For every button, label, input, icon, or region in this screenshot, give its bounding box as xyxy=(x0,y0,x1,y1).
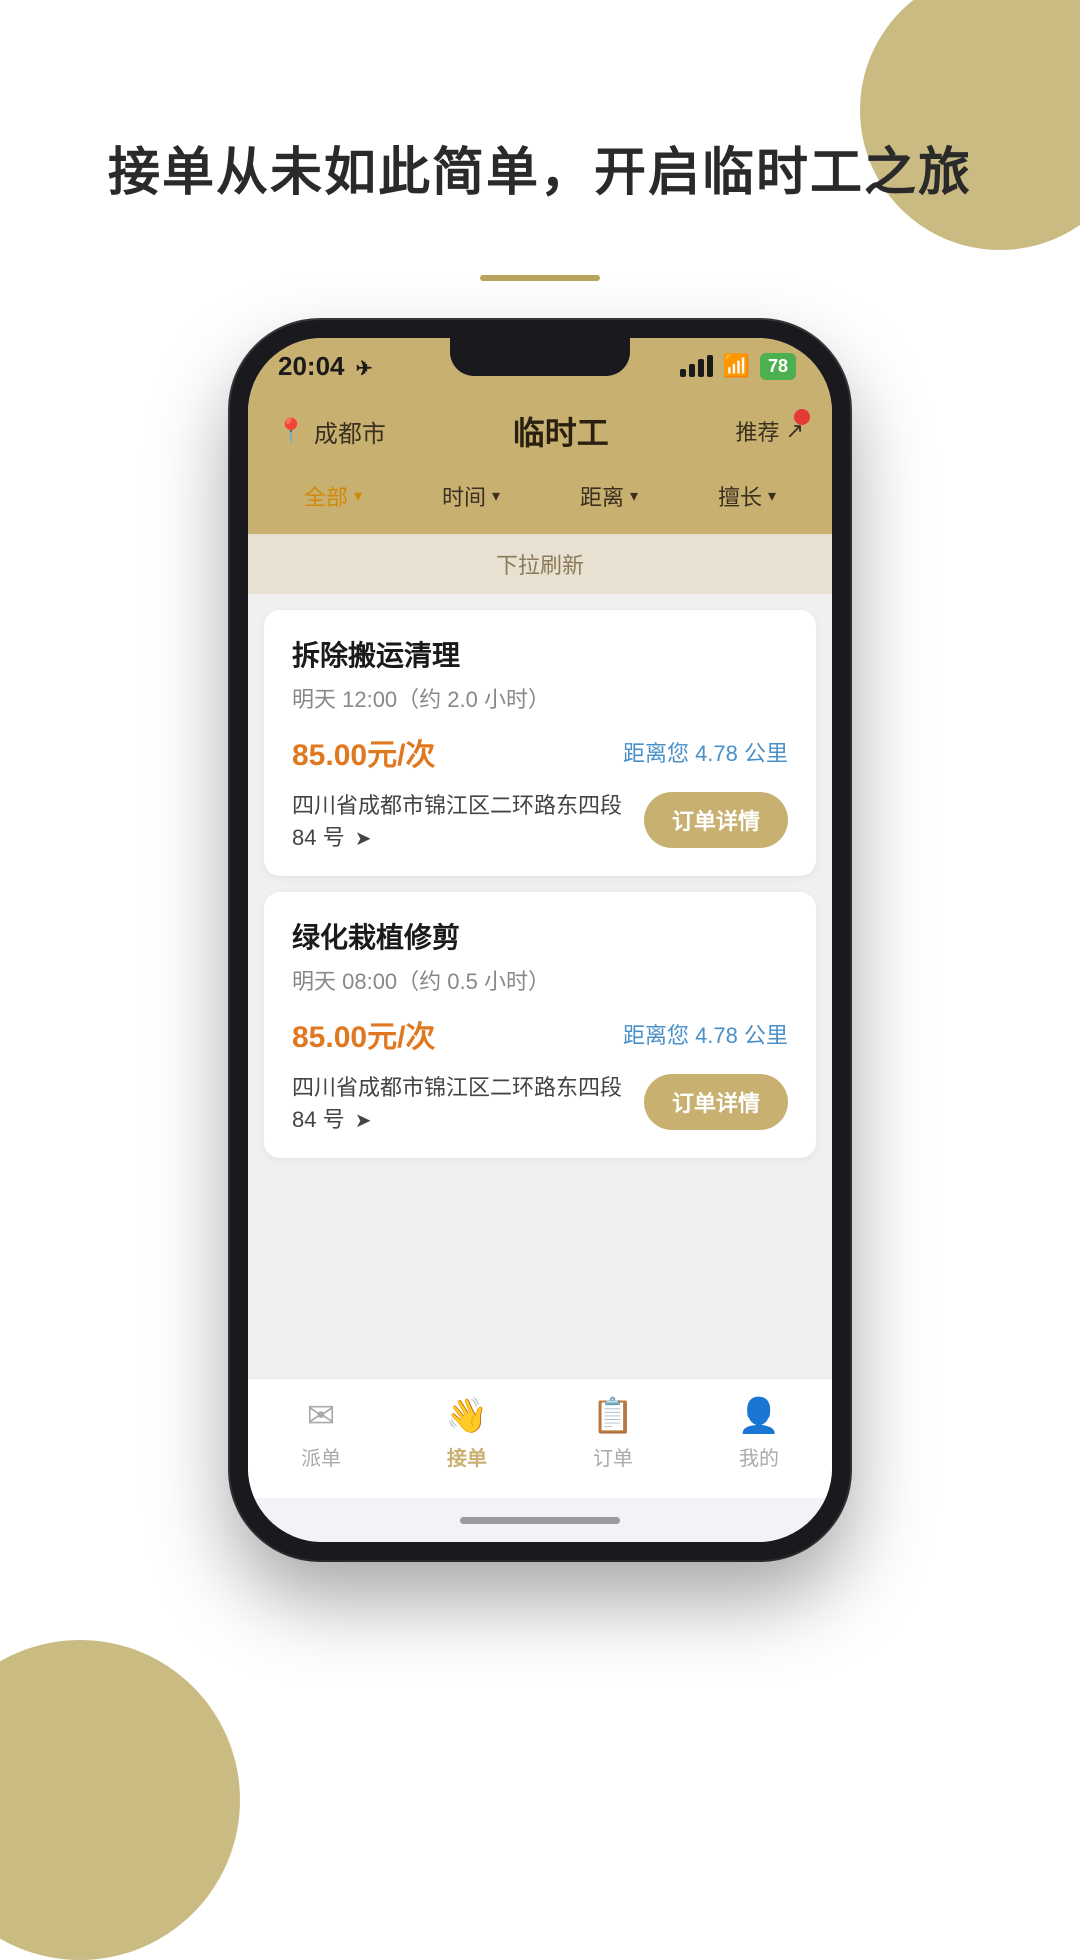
phone-mockup: 20:04 ✈ 📶 78 � xyxy=(230,320,850,1560)
home-bar xyxy=(460,1517,620,1524)
job-list: 拆除搬运清理 明天 12:00（约 2.0 小时） 85.00元/次 距离您 4… xyxy=(248,594,832,1378)
recommend-button[interactable]: 推荐 ↗ xyxy=(736,415,804,447)
deco-circle-bottom-left xyxy=(0,1640,240,1960)
job-distance-2: 距离您 4.78 公里 xyxy=(623,1018,788,1050)
job-card-2: 绿化栽植修剪 明天 08:00（约 0.5 小时） 85.00元/次 距离您 4… xyxy=(264,892,816,1158)
job-time-1: 明天 12:00（约 2.0 小时） xyxy=(292,682,788,714)
job-title-2: 绿化栽植修剪 xyxy=(292,916,788,956)
nav-item-orders[interactable]: 📋 订单 xyxy=(540,1396,686,1471)
job-card-1: 拆除搬运清理 明天 12:00（约 2.0 小时） 85.00元/次 距离您 4… xyxy=(264,610,816,876)
phone-screen: 20:04 ✈ 📶 78 � xyxy=(248,338,832,1542)
headline-underline xyxy=(480,275,600,281)
detail-button-1[interactable]: 订单详情 xyxy=(644,792,788,848)
navigation-icon: ➤ xyxy=(355,828,372,850)
filter-tab-distance[interactable]: 距离 ▾ xyxy=(540,472,678,520)
job-price-1: 85.00元/次 xyxy=(292,730,435,774)
home-indicator xyxy=(248,1498,832,1542)
job-distance-1: 距离您 4.78 公里 xyxy=(623,736,788,768)
nav-label-accept: 接单 xyxy=(447,1442,487,1471)
job-title-1: 拆除搬运清理 xyxy=(292,634,788,674)
chevron-down-icon: ▾ xyxy=(630,486,638,506)
nav-label-mine: 我的 xyxy=(739,1442,779,1471)
user-icon: 👤 xyxy=(738,1396,780,1436)
bottom-nav: ✉ 派单 👋 接单 📋 订单 👤 我的 xyxy=(248,1378,832,1498)
status-time: 20:04 ✈ xyxy=(278,351,373,382)
detail-button-2[interactable]: 订单详情 xyxy=(644,1074,788,1130)
battery-badge: 78 xyxy=(760,353,796,380)
navigation-icon-2: ➤ xyxy=(355,1110,372,1132)
hand-icon: 👋 xyxy=(446,1396,488,1436)
deco-circle-top-right xyxy=(860,0,1080,250)
status-icons: 📶 78 xyxy=(680,353,796,380)
list-icon: 📋 xyxy=(592,1396,634,1436)
nav-label-dispatch: 派单 xyxy=(301,1442,341,1471)
location-pin-icon: 📍 xyxy=(276,417,306,446)
filter-tab-all[interactable]: 全部 ▾ xyxy=(264,472,402,520)
nav-label-orders: 订单 xyxy=(593,1442,633,1471)
chevron-down-icon: ▾ xyxy=(354,486,362,506)
filter-tab-skill[interactable]: 擅长 ▾ xyxy=(678,472,816,520)
filter-tab-time[interactable]: 时间 ▾ xyxy=(402,472,540,520)
send-icon: ✉ xyxy=(307,1396,336,1436)
nav-item-accept[interactable]: 👋 接单 xyxy=(394,1396,540,1471)
location-label[interactable]: 📍 成都市 xyxy=(276,414,386,449)
job-price-2: 85.00元/次 xyxy=(292,1012,435,1056)
nav-item-mine[interactable]: 👤 我的 xyxy=(686,1396,832,1471)
job-time-2: 明天 08:00（约 0.5 小时） xyxy=(292,964,788,996)
phone-notch xyxy=(450,338,630,376)
notification-dot xyxy=(794,409,810,425)
filter-tabs: 全部 ▾ 时间 ▾ 距离 ▾ 擅长 ▾ xyxy=(248,472,832,534)
phone-shell: 20:04 ✈ 📶 78 � xyxy=(230,320,850,1560)
app-header: 📍 成都市 临时工 推荐 ↗ xyxy=(248,394,832,472)
pull-refresh-hint: 下拉刷新 xyxy=(248,534,832,594)
nav-item-dispatch[interactable]: ✉ 派单 xyxy=(248,1396,394,1471)
job-address-1: 四川省成都市锦江区二环路东四段 84 号 ➤ xyxy=(292,788,644,852)
app-title: 临时工 xyxy=(513,408,609,454)
chevron-down-icon: ▾ xyxy=(492,486,500,506)
wifi-icon: 📶 xyxy=(723,353,750,379)
job-address-2: 四川省成都市锦江区二环路东四段 84 号 ➤ xyxy=(292,1070,644,1134)
signal-icon xyxy=(680,355,713,377)
chevron-down-icon: ▾ xyxy=(768,486,776,506)
page-headline: 接单从未如此简单，开启临时工之旅 xyxy=(0,140,1080,208)
